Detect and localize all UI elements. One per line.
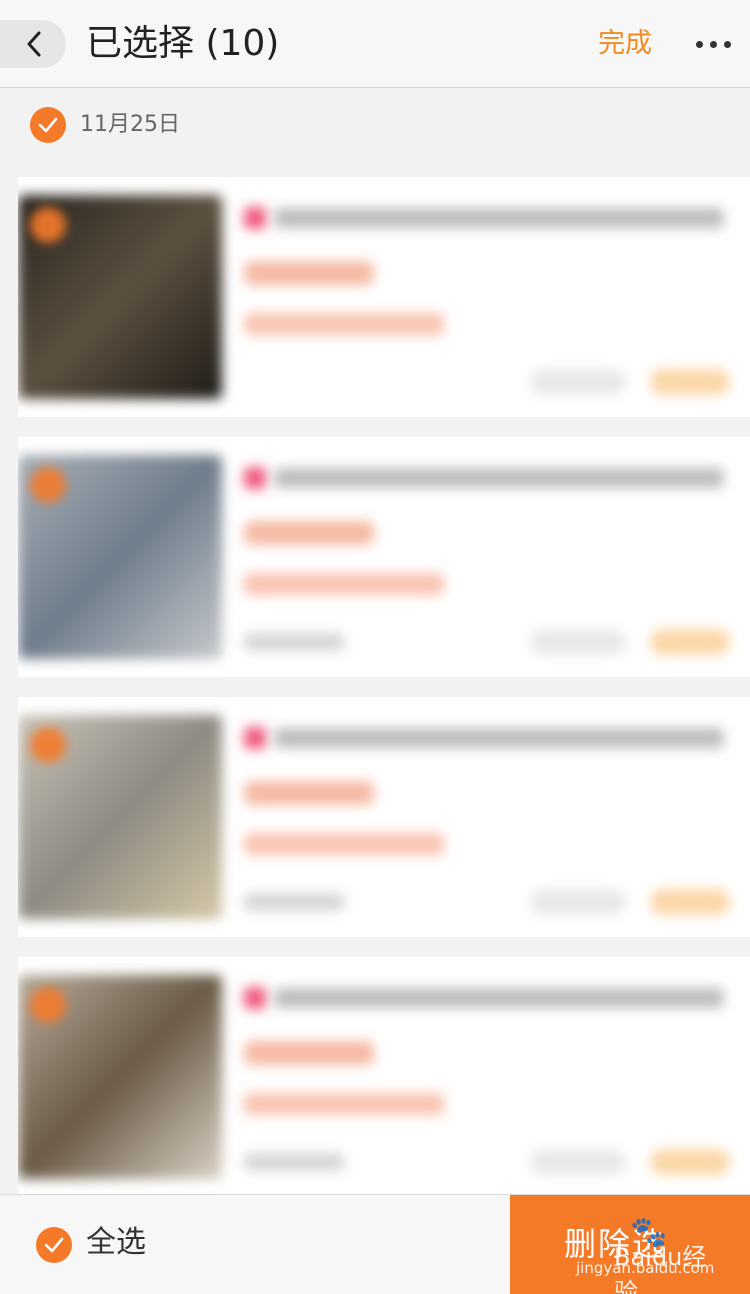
meta-blurred [244,633,344,651]
cart-button-blurred[interactable] [650,369,730,395]
price-blurred [244,1093,444,1115]
similar-button-blurred[interactable] [530,889,626,915]
checkmark-icon [38,117,58,133]
shop-badge [244,207,266,229]
nav-bar: 已选择 (10) 完成 [0,0,750,88]
promo-tag-blurred [244,1041,374,1065]
group-date: 11月25日 [80,112,180,137]
chevron-left-icon [27,31,41,57]
similar-button-blurred[interactable] [530,1149,626,1175]
product-title-blurred [274,468,724,488]
similar-button-blurred[interactable] [530,629,626,655]
meta-blurred [244,1153,344,1171]
price-blurred [244,833,444,855]
cart-button-blurred[interactable] [650,629,730,655]
checkmark-icon [44,1237,64,1253]
bottom-bar: 全选 删除选 🐾 Baidu经验 jingyan.baidu.com [0,1194,750,1294]
promo-tag-blurred [244,521,374,545]
promo-tag-blurred [244,261,374,285]
cart-button-blurred[interactable] [650,1149,730,1175]
product-title-blurred [274,208,724,228]
done-button[interactable]: 完成 [598,26,652,62]
item-checkbox[interactable] [30,987,66,1023]
watermark-url: jingyan.baidu.com [576,1259,715,1277]
list-item[interactable] [18,177,750,417]
date-group-header: 11月25日 [0,89,750,159]
price-blurred [244,313,444,335]
item-checkbox[interactable] [30,207,66,243]
item-checkbox[interactable] [30,727,66,763]
more-options-icon[interactable] [694,28,734,60]
delete-selected-button[interactable]: 删除选 🐾 Baidu经验 jingyan.baidu.com [510,1195,750,1294]
promo-tag-blurred [244,781,374,805]
back-button[interactable] [0,20,66,68]
item-list [0,159,750,1197]
meta-blurred [244,893,344,911]
item-checkbox[interactable] [30,467,66,503]
similar-button-blurred[interactable] [530,369,626,395]
shop-badge [244,727,266,749]
shop-badge [244,987,266,1009]
select-all-checkbox[interactable] [36,1227,72,1263]
list-item[interactable] [18,957,750,1197]
product-title-blurred [274,728,724,748]
date-group-checkbox[interactable] [30,107,66,143]
price-blurred [244,573,444,595]
shop-badge [244,467,266,489]
page-title: 已选择 (10) [86,23,280,64]
select-all-label[interactable]: 全选 [86,1223,146,1263]
list-item[interactable] [18,437,750,677]
page: 已选择 (10) 完成 11月25日 全选 删除选 🐾 Baidu经验 jing… [0,0,750,1294]
baidu-watermark: 🐾 Baidu经验 jingyan.baidu.com [570,1215,730,1294]
product-title-blurred [274,988,724,1008]
cart-button-blurred[interactable] [650,889,730,915]
list-item[interactable] [18,697,750,937]
